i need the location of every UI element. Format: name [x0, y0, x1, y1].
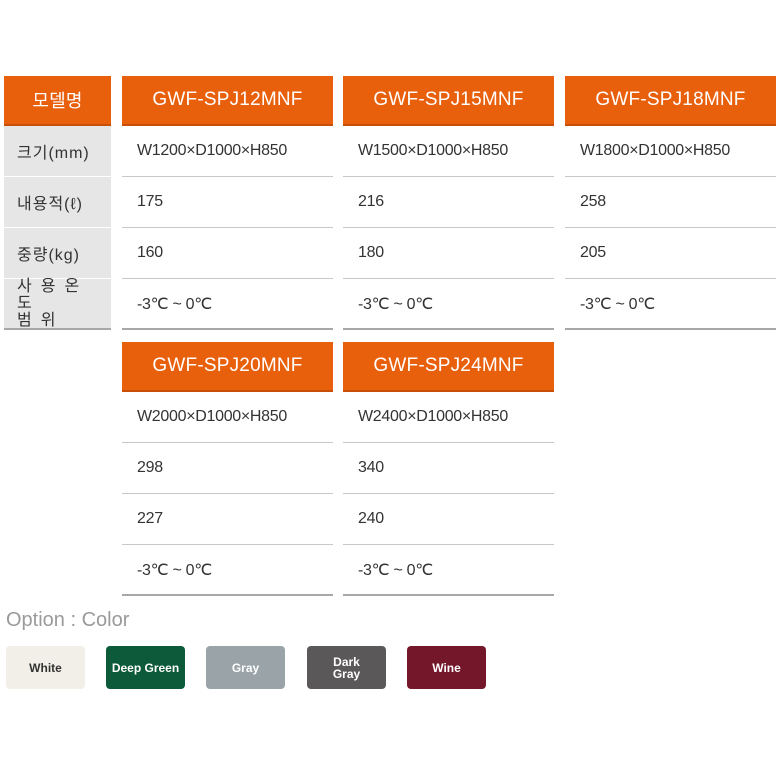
model-volume: 258: [565, 177, 776, 228]
weight-label: 중량(kg): [4, 228, 111, 279]
model-name: GWF-SPJ15MNF: [343, 76, 554, 126]
model-temp-range: -3℃ ~ 0℃: [122, 545, 333, 596]
color-option-title: Option : Color: [6, 609, 130, 631]
model-weight: 227: [122, 494, 333, 545]
model-size: W2400×D1000×H850: [343, 392, 554, 443]
model-weight: 240: [343, 494, 554, 545]
model-weight: 160: [122, 228, 333, 279]
temp-range-label: 사용온도 범위: [4, 278, 111, 330]
size-label: 크기(mm): [4, 126, 111, 177]
color-swatch-dark-gray[interactable]: Dark Gray: [307, 646, 386, 689]
model-name: GWF-SPJ12MNF: [122, 76, 333, 126]
spec-label-column: 모델명 크기(mm) 내용적(ℓ) 중량(kg) 사용온도 범위: [4, 76, 111, 330]
model-name: GWF-SPJ18MNF: [565, 76, 776, 126]
model-label-header: 모델명: [4, 76, 111, 126]
model-weight: 180: [343, 228, 554, 279]
model-size: W1800×D1000×H850: [565, 126, 776, 177]
model-spec-block: GWF-SPJ12MNF W1200×D1000×H850 175 160 -3…: [122, 76, 333, 330]
model-weight: 205: [565, 228, 776, 279]
model-spec-block: GWF-SPJ18MNF W1800×D1000×H850 258 205 -3…: [565, 76, 776, 330]
model-spec-block: GWF-SPJ20MNF W2000×D1000×H850 298 227 -3…: [122, 342, 333, 596]
model-temp-range: -3℃ ~ 0℃: [343, 545, 554, 596]
temp-range-label-line2: 범위: [17, 312, 65, 329]
color-swatch-white[interactable]: White: [6, 646, 85, 689]
model-temp-range: -3℃ ~ 0℃: [343, 279, 554, 330]
model-volume: 298: [122, 443, 333, 494]
temp-range-label-line1: 사용온도: [17, 278, 89, 312]
model-size: W1500×D1000×H850: [343, 126, 554, 177]
model-volume: 340: [343, 443, 554, 494]
model-size: W1200×D1000×H850: [122, 126, 333, 177]
model-spec-block: GWF-SPJ15MNF W1500×D1000×H850 216 180 -3…: [343, 76, 554, 330]
model-volume: 216: [343, 177, 554, 228]
color-swatch-wine[interactable]: Wine: [407, 646, 486, 689]
model-size: W2000×D1000×H850: [122, 392, 333, 443]
model-name: GWF-SPJ20MNF: [122, 342, 333, 392]
volume-label: 내용적(ℓ): [4, 177, 111, 228]
color-swatch-deep-green[interactable]: Deep Green: [106, 646, 185, 689]
model-volume: 175: [122, 177, 333, 228]
color-swatch-gray[interactable]: Gray: [206, 646, 285, 689]
model-temp-range: -3℃ ~ 0℃: [122, 279, 333, 330]
model-spec-block: GWF-SPJ24MNF W2400×D1000×H850 340 240 -3…: [343, 342, 554, 596]
model-temp-range: -3℃ ~ 0℃: [565, 279, 776, 330]
model-name: GWF-SPJ24MNF: [343, 342, 554, 392]
